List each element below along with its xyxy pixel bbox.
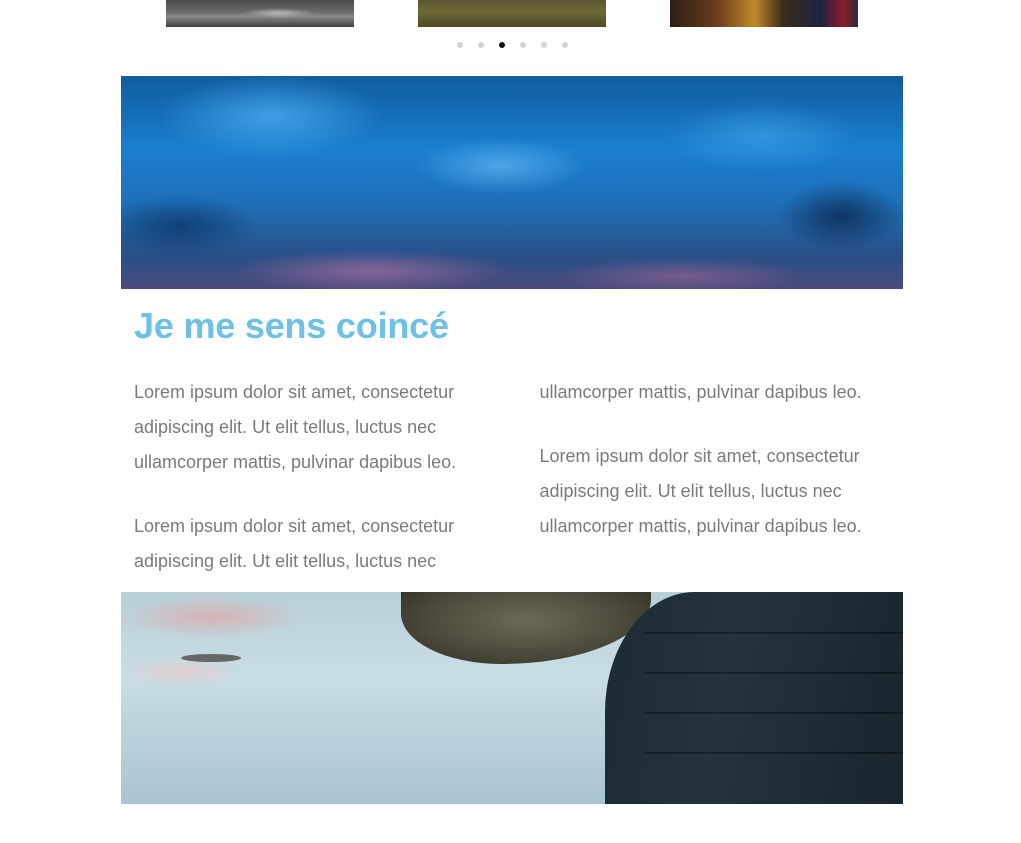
carousel-dot-5[interactable] xyxy=(540,42,547,48)
bottom-photo xyxy=(121,592,903,804)
article-paragraph-1: Lorem ipsum dolor sit amet, consectetur … xyxy=(134,382,457,472)
rock-formation xyxy=(401,592,651,664)
carousel-thumbnail-2[interactable] xyxy=(418,0,606,27)
article-paragraph-3: Lorem ipsum dolor sit amet, consectetur … xyxy=(539,446,862,536)
carousel-dot-4[interactable] xyxy=(519,42,526,48)
carousel-dot-2[interactable] xyxy=(477,42,484,48)
carousel-pagination xyxy=(0,40,1021,50)
article-body: Lorem ipsum dolor sit amet, consectetur … xyxy=(134,375,894,580)
carousel-thumbnail-1[interactable] xyxy=(166,0,354,27)
person-in-jacket xyxy=(605,592,903,804)
carousel-thumbnail-3[interactable] xyxy=(670,0,858,27)
hero-sky-image xyxy=(121,76,903,289)
carousel-dot-1[interactable] xyxy=(456,42,463,48)
carousel-dot-3-active[interactable] xyxy=(498,42,505,48)
page: Je me sens coincé Lorem ipsum dolor sit … xyxy=(0,0,1021,843)
article-heading: Je me sens coincé xyxy=(134,305,449,346)
carousel-dot-6[interactable] xyxy=(561,42,568,48)
bird-silhouette xyxy=(181,654,241,662)
